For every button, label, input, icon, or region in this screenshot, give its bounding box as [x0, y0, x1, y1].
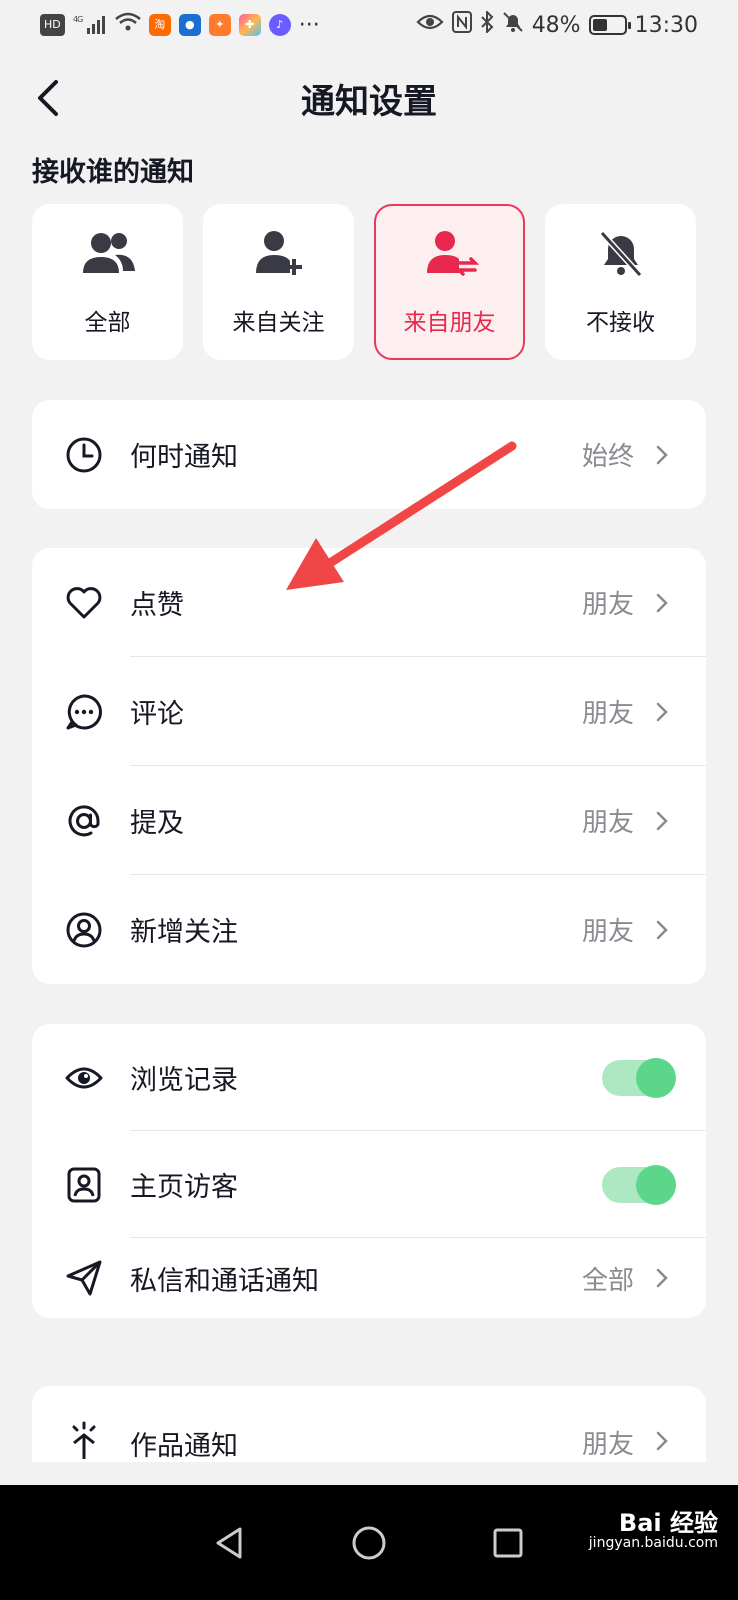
- watermark-brand: Bai 经验: [618, 1509, 718, 1537]
- at-icon: [68, 804, 100, 836]
- bell-off-icon: [599, 230, 642, 278]
- eye-comfort-icon: [416, 12, 444, 38]
- baidu-watermark: Bai 经验 jingyan.baidu.com: [589, 1510, 718, 1552]
- chevron-right-icon: [656, 1268, 668, 1288]
- browse-history-toggle[interactable]: [602, 1057, 676, 1098]
- who-option-label: 全部: [84, 310, 131, 336]
- interaction-row-comments[interactable]: 评论 朋友: [32, 657, 706, 766]
- messages-value: 全部: [581, 1265, 634, 1296]
- send-icon: [66, 1260, 102, 1296]
- interaction-value: 朋友: [581, 590, 634, 620]
- interaction-row-likes[interactable]: 点赞 朋友: [32, 548, 706, 657]
- toggle-knob: [636, 1057, 676, 1098]
- interactions-card: 点赞 朋友 评论 朋友 提及 朋友 新增关注 朋友: [32, 548, 706, 984]
- bird-app-icon: ●: [178, 14, 201, 36]
- comment-icon: [66, 693, 102, 729]
- watermark-url: jingyan.baidu.com: [588, 1535, 718, 1552]
- chevron-right-icon: [656, 445, 668, 464]
- browse-history-label: 浏览记录: [130, 1065, 238, 1096]
- chevron-right-icon: [656, 702, 668, 721]
- interaction-label: 提及: [130, 808, 184, 839]
- sparkle-icon: [72, 1421, 96, 1459]
- when-value: 始终: [581, 442, 634, 472]
- works-label: 作品通知: [130, 1431, 238, 1462]
- heart-icon: [66, 586, 102, 618]
- nav-home-circle-icon[interactable]: [349, 1523, 389, 1563]
- nav-recents-square-icon[interactable]: [488, 1523, 528, 1563]
- clock-time: 13:30: [634, 12, 698, 38]
- bluetooth-icon: [480, 9, 494, 39]
- interaction-row-new-followers[interactable]: 新增关注 朋友: [32, 875, 706, 984]
- chevron-right-icon: [656, 1431, 668, 1451]
- interaction-row-mentions[interactable]: 提及 朋友: [32, 766, 706, 875]
- when-row[interactable]: 何时通知 始终: [32, 400, 706, 509]
- interaction-value: 朋友: [581, 808, 634, 838]
- hd-indicator: HD: [40, 14, 65, 36]
- interaction-label: 新增关注: [130, 917, 238, 948]
- music-icon: ♪: [268, 14, 291, 36]
- svg-text:4G: 4G: [73, 15, 83, 24]
- page-title: 通知设置: [301, 81, 437, 122]
- when-card: 何时通知 始终: [32, 400, 706, 509]
- people-icon: [82, 233, 135, 273]
- who-option-label: 来自关注: [232, 310, 325, 336]
- battery-percent: 48%: [531, 12, 581, 38]
- interaction-value: 朋友: [581, 699, 634, 729]
- who-option-label: 不接收: [586, 310, 655, 336]
- mute-bell-icon: [502, 11, 524, 39]
- nav-back-triangle-icon[interactable]: [210, 1523, 250, 1563]
- orange-app-icon: ✦: [208, 14, 231, 36]
- toggle-knob: [636, 1164, 676, 1205]
- profile-visitors-label: 主页访客: [130, 1172, 238, 1203]
- status-bar: HD 4G 淘 ● ✦ ✚ ♪ ··· 48% 13:30: [0, 0, 738, 50]
- who-options: 全部 来自关注 来自朋友 不接收: [32, 204, 706, 360]
- colorful-app-icon: ✚: [238, 14, 261, 36]
- back-button[interactable]: [30, 76, 70, 120]
- who-option-friends[interactable]: 来自朋友: [374, 204, 525, 360]
- nav-bar: 通知设置: [0, 58, 738, 138]
- status-right: 48% 13:30: [416, 9, 698, 39]
- profile-visitors-row: 主页访客: [32, 1131, 706, 1238]
- battery-fill: [592, 19, 607, 31]
- profile-card-icon: [67, 1167, 101, 1202]
- who-option-none[interactable]: 不接收: [545, 204, 696, 360]
- interaction-label: 点赞: [130, 590, 184, 621]
- chevron-right-icon: [656, 920, 668, 939]
- messages-row[interactable]: 私信和通话通知 全部: [32, 1238, 706, 1318]
- more-notifications: ···: [298, 12, 320, 38]
- cellular-signal-icon: 4G: [73, 14, 107, 37]
- person-exchange-icon: [426, 231, 479, 276]
- status-left: HD 4G 淘 ● ✦ ✚ ♪ ···: [40, 12, 320, 38]
- works-value: 朋友: [581, 1430, 634, 1460]
- section-title-who: 接收谁的通知: [32, 157, 194, 188]
- chevron-left-icon: [38, 80, 58, 116]
- messages-label: 私信和通话通知: [130, 1265, 319, 1297]
- person-add-icon: [255, 231, 302, 275]
- who-option-all[interactable]: 全部: [32, 204, 183, 360]
- who-option-following[interactable]: 来自关注: [203, 204, 354, 360]
- browse-history-row: 浏览记录: [32, 1024, 706, 1131]
- taobao-icon: 淘: [148, 14, 171, 36]
- privacy-card: 浏览记录 主页访客 私信和通话通知 全部: [32, 1024, 706, 1318]
- eye-icon: [65, 1067, 103, 1088]
- chevron-right-icon: [656, 811, 668, 830]
- who-option-label: 来自朋友: [403, 310, 496, 336]
- profile-visitors-toggle[interactable]: [602, 1164, 676, 1205]
- interaction-value: 朋友: [581, 917, 634, 947]
- interaction-label: 评论: [130, 699, 184, 730]
- works-row[interactable]: 作品通知 朋友: [32, 1386, 706, 1462]
- nfc-icon: [451, 11, 472, 39]
- chevron-right-icon: [656, 593, 668, 612]
- user-circle-icon: [66, 912, 102, 947]
- when-label: 何时通知: [130, 442, 238, 473]
- clock-icon: [66, 437, 102, 472]
- wifi-icon: [114, 12, 141, 38]
- battery-icon: [588, 15, 631, 35]
- works-card: 作品通知 朋友: [32, 1386, 706, 1462]
